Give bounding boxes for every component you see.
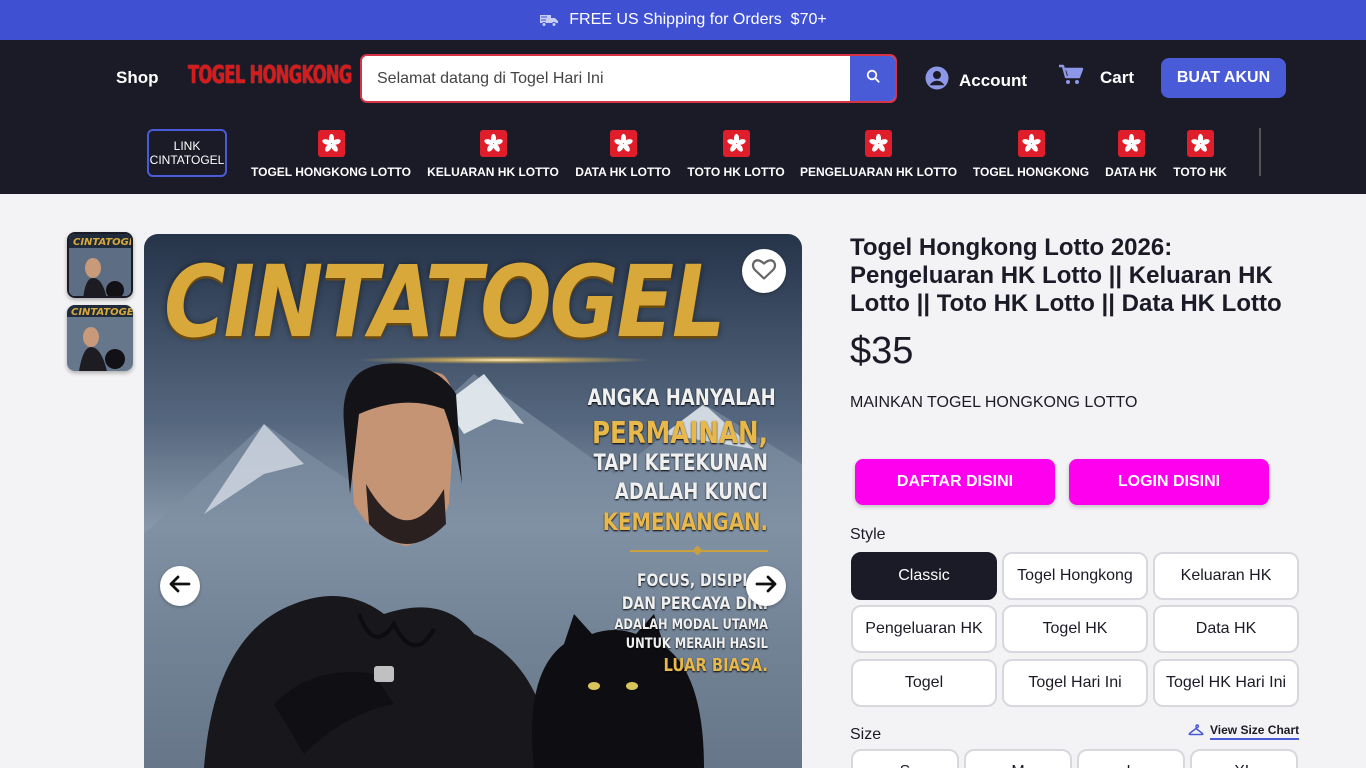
style-option-pengeluaran-hk[interactable]: Pengeluaran HK (851, 605, 997, 653)
poster-line: LUAR BIASA. (663, 655, 768, 676)
hk-flag-icon (1117, 130, 1145, 157)
cart-label: Cart (1100, 67, 1135, 87)
svg-text:CINTATOGEL: CINTATOGEL (73, 237, 133, 248)
nav-item-label: TOGEL HONGKONG LOTTO (251, 165, 412, 179)
style-label: Style (850, 526, 886, 543)
next-image-button[interactable] (746, 566, 786, 606)
search-button[interactable] (850, 56, 895, 101)
promo-text: FREE US Shipping for Orders $70+ (569, 11, 827, 28)
hk-flag-icon (609, 130, 637, 157)
style-option-data-hk[interactable]: Data HK (1153, 605, 1299, 653)
nav-item-label: PENGELUARAN HK LOTTO (799, 165, 958, 179)
nav-item-keluaran-hk-lotto[interactable]: KELUARAN HK LOTTO (427, 130, 559, 182)
nav-item-data-hk[interactable]: DATA HK (1105, 130, 1157, 182)
nav-item-label: DATA HK (1105, 165, 1157, 179)
favorite-button[interactable] (742, 249, 786, 293)
nav-item-label: TOTO HK (1173, 165, 1227, 179)
arrow-left-icon (169, 575, 191, 598)
login-button[interactable]: LOGIN DISINI (1069, 459, 1269, 505)
nav-divider (1259, 128, 1261, 176)
account-link[interactable]: Account (925, 66, 1027, 95)
hk-flag-icon (1186, 130, 1214, 157)
style-option-keluaran-hk[interactable]: Keluaran HK (1153, 552, 1299, 600)
thumbnail-image: CINTATOGEL (69, 234, 133, 296)
style-option-togel[interactable]: Togel (851, 659, 997, 707)
nav-item-data-hk-lotto[interactable]: DATA HK LOTTO (575, 130, 671, 182)
svg-text:CINTATOGEL: CINTATOGEL (71, 307, 133, 318)
poster-line: FOCUS, DISIPLIN (636, 571, 768, 591)
size-label: Size (850, 726, 882, 743)
style-option-togel-hari-ini[interactable]: Togel Hari Ini (1002, 659, 1148, 707)
poster-line: DAN PERCAYA DIRI (621, 594, 768, 614)
product-thumbnail-2[interactable]: CINTATOGEL (67, 305, 133, 371)
shopping-cart-icon (1058, 64, 1084, 91)
product-main-image: CINTATOGEL ANGKA HANYALAH PERMAINAN, TAP… (144, 234, 802, 768)
link-line-1: LINK (173, 139, 201, 153)
hk-flag-icon (317, 130, 345, 157)
arrow-right-icon (755, 575, 777, 598)
search-bar (360, 54, 897, 103)
hk-flag-icon (1017, 130, 1045, 157)
size-option-xl[interactable]: XL (1190, 749, 1298, 768)
search-icon (866, 69, 880, 88)
poster-glow (354, 356, 654, 364)
hk-flag-icon (722, 130, 750, 157)
poster-line: UNTUK MERAIH HASIL (625, 636, 768, 652)
size-chart-label: View Size Chart (1210, 723, 1300, 740)
product-price: $35 (850, 330, 914, 372)
site-logo[interactable]: TOGEL HONGKONG (188, 61, 352, 90)
poster-line: PERMAINAN, (591, 416, 768, 451)
size-option-l[interactable]: L (1077, 749, 1185, 768)
product-title: Togel Hongkong Lotto 2026: Pengeluaran H… (850, 234, 1282, 317)
user-avatar-icon (925, 66, 949, 95)
promo-bar: FREE US Shipping for Orders $70+ (0, 0, 1366, 40)
poster-line: ADALAH MODAL UTAMA (614, 617, 768, 633)
daftar-button[interactable]: DAFTAR DISINI (855, 459, 1055, 505)
nav-item-togel-hongkong-lotto[interactable]: TOGEL HONGKONG LOTTO (251, 130, 411, 182)
poster-line: ADALAH KUNCI (614, 480, 768, 505)
size-option-s[interactable]: S (851, 749, 959, 768)
poster-line: KEMENANGAN. (602, 508, 768, 536)
nav-item-label: DATA HK LOTTO (575, 165, 671, 179)
truck-icon (539, 13, 559, 27)
nav-item-label: TOTO HK LOTTO (687, 165, 785, 179)
hk-flag-icon (479, 130, 507, 157)
nav-item-toto-hk[interactable]: TOTO HK (1173, 130, 1227, 182)
poster-divider (630, 550, 768, 552)
search-input[interactable] (362, 56, 850, 101)
thumbnail-image: CINTATOGEL (67, 305, 133, 371)
shop-link[interactable]: Shop (116, 68, 159, 88)
product-subtitle: MAINKAN TOGEL HONGKONG LOTTO (850, 394, 1138, 411)
nav-item-toto-hk-lotto[interactable]: TOTO HK LOTTO (687, 130, 785, 182)
hanger-icon (1188, 723, 1204, 740)
poster-title: CINTATOGEL (164, 244, 726, 360)
style-option-classic[interactable]: Classic (851, 552, 997, 600)
size-option-m[interactable]: M (964, 749, 1072, 768)
poster-line: ANGKA HANYALAH (587, 386, 776, 411)
style-option-togel-hk[interactable]: Togel HK (1002, 605, 1148, 653)
product-thumbnail-1[interactable]: CINTATOGEL (67, 232, 133, 298)
nav-item-label: KELUARAN HK LOTTO (427, 165, 559, 179)
site-header: Shop TOGEL HONGKONG Account Cart BUAT AK… (0, 40, 1366, 194)
previous-image-button[interactable] (160, 566, 200, 606)
account-label: Account (959, 70, 1027, 90)
hk-flag-icon (865, 130, 892, 157)
style-option-togel-hongkong[interactable]: Togel Hongkong (1002, 552, 1148, 600)
link-cintatogel-button[interactable]: LINK CINTATOGEL (147, 129, 227, 177)
create-account-button[interactable]: BUAT AKUN (1161, 58, 1286, 98)
nav-item-label: TOGEL HONGKONG (972, 165, 1090, 179)
link-line-2: CINTATOGEL (149, 153, 225, 167)
heart-icon (751, 257, 777, 286)
view-size-chart-link[interactable]: View Size Chart (1188, 723, 1300, 740)
nav-item-pengeluaran-hk-lotto[interactable]: PENGELUARAN HK LOTTO (800, 130, 957, 182)
style-option-togel-hk-hari-ini[interactable]: Togel HK Hari Ini (1153, 659, 1299, 707)
cart-link[interactable]: Cart (1058, 64, 1134, 91)
poster-line: TAPI KETEKUNAN (593, 451, 768, 476)
nav-item-togel-hongkong[interactable]: TOGEL HONGKONG (973, 130, 1089, 182)
